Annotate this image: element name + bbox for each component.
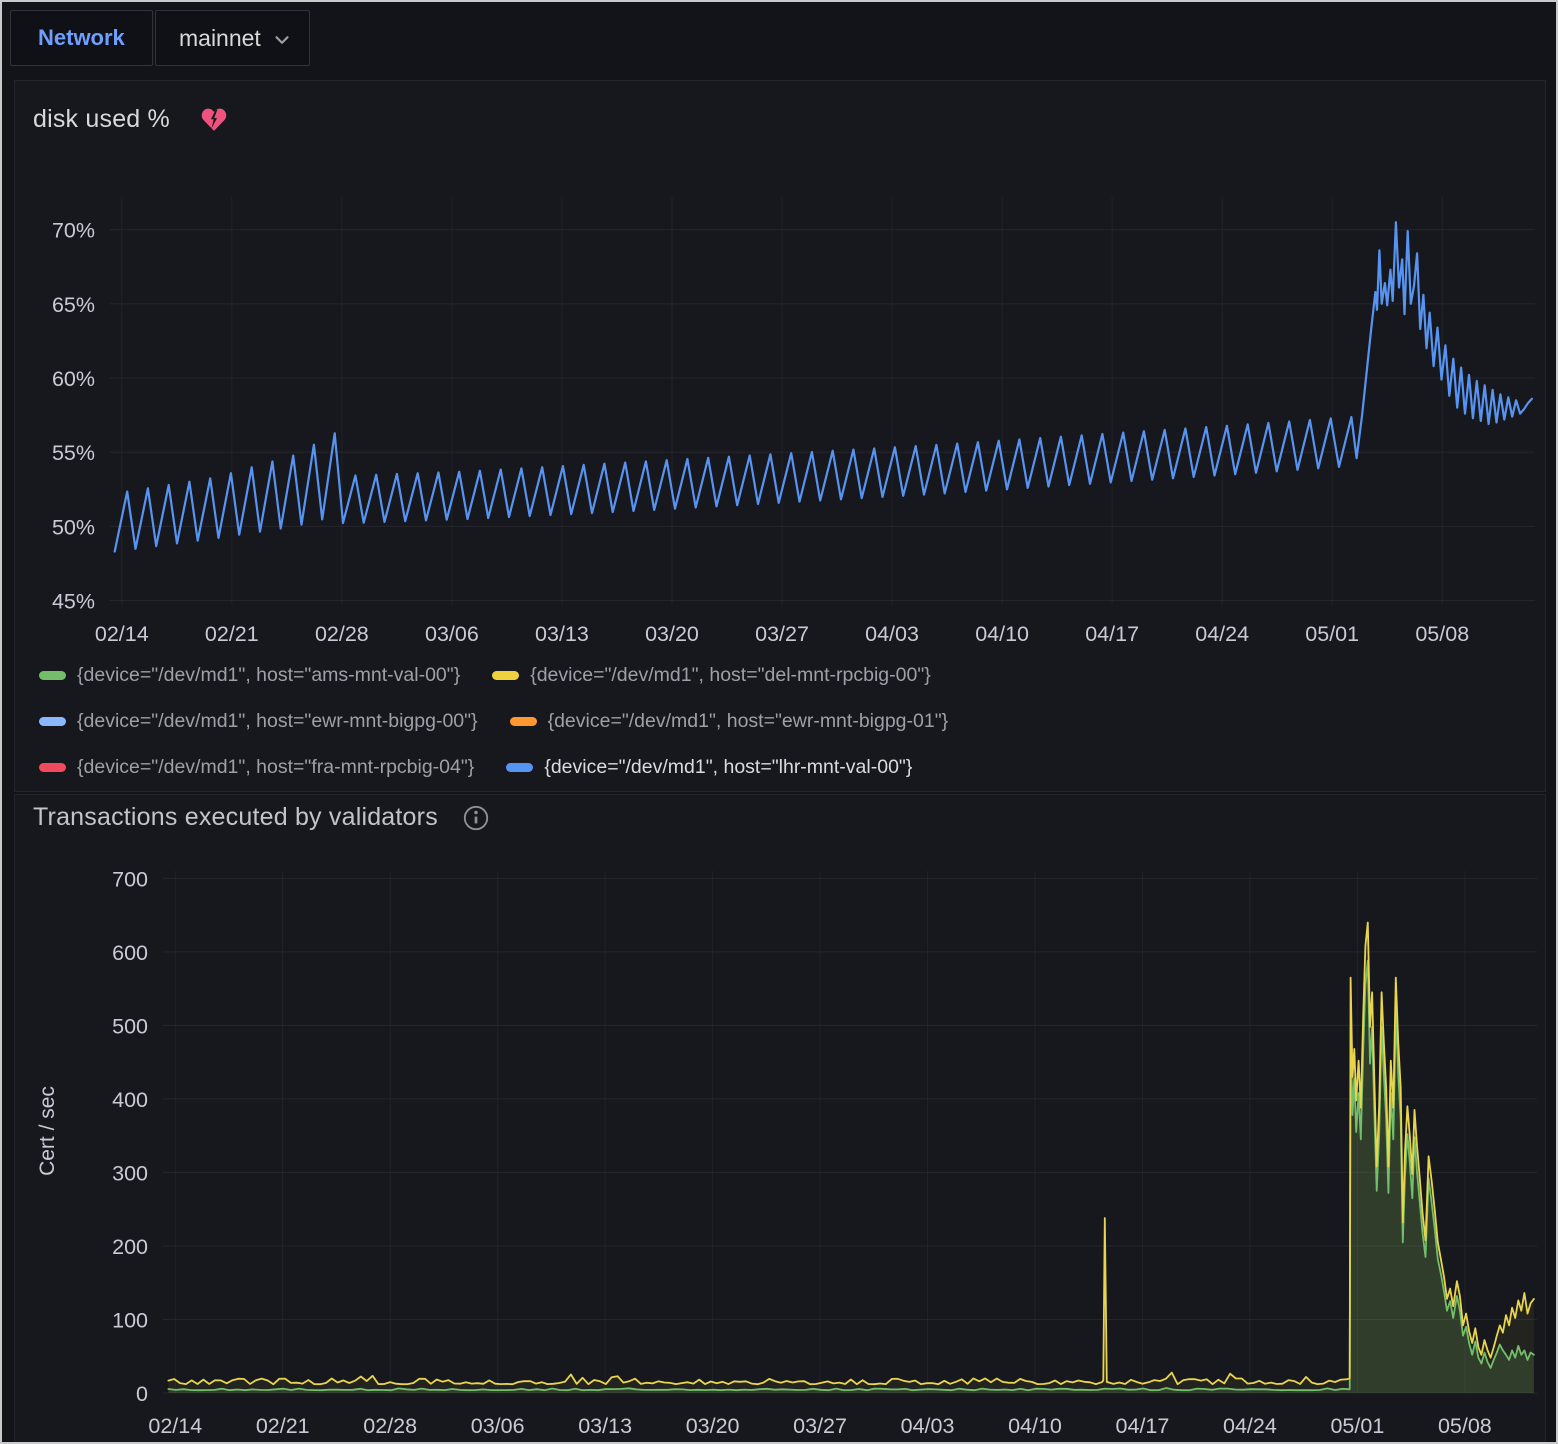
svg-text:200: 200 bbox=[112, 1235, 148, 1259]
svg-text:04/10: 04/10 bbox=[1008, 1414, 1062, 1438]
variable-bar: Network mainnet bbox=[2, 2, 1556, 76]
series-color-swatch bbox=[39, 717, 66, 726]
variable-label-text: Network bbox=[38, 25, 125, 51]
svg-text:05/08: 05/08 bbox=[1415, 622, 1469, 646]
svg-text:04/17: 04/17 bbox=[1085, 622, 1139, 646]
legend-item[interactable]: {device="/dev/md1", host="del-mnt-rpcbig… bbox=[492, 652, 931, 698]
legend-item-label: {device="/dev/md1", host="fra-mnt-rpcbig… bbox=[77, 756, 474, 779]
transactions-panel: Transactions executed by validators 0 100… bbox=[14, 794, 1546, 1444]
svg-text:300: 300 bbox=[112, 1161, 148, 1185]
svg-text:02/28: 02/28 bbox=[363, 1414, 417, 1438]
disk-panel-header[interactable]: disk used % bbox=[15, 81, 1545, 134]
svg-text:05/01: 05/01 bbox=[1305, 622, 1359, 646]
heart-break-icon bbox=[200, 107, 228, 133]
grafana-dashboard: Network mainnet disk used % 45% 50% 55% 60%… bbox=[0, 0, 1558, 1444]
svg-text:05/01: 05/01 bbox=[1330, 1414, 1384, 1438]
chevron-down-icon bbox=[271, 29, 293, 51]
svg-text:04/24: 04/24 bbox=[1223, 1414, 1277, 1438]
variable-network-dropdown[interactable]: mainnet bbox=[155, 10, 310, 66]
svg-text:03/06: 03/06 bbox=[471, 1414, 525, 1438]
variable-value-text: mainnet bbox=[179, 25, 261, 52]
info-circle-icon[interactable] bbox=[462, 804, 490, 832]
svg-text:0: 0 bbox=[136, 1382, 148, 1406]
tx-panel-header[interactable]: Transactions executed by validators bbox=[15, 795, 1545, 832]
svg-text:400: 400 bbox=[112, 1088, 148, 1112]
series-color-swatch bbox=[510, 717, 537, 726]
series-color-swatch bbox=[39, 671, 66, 680]
series-color-swatch bbox=[492, 671, 519, 680]
svg-text:600: 600 bbox=[112, 941, 148, 965]
legend-item[interactable]: {device="/dev/md1", host="lhr-mnt-val-00… bbox=[506, 744, 912, 790]
legend-item[interactable]: {device="/dev/md1", host="ewr-mnt-bigpg-… bbox=[39, 698, 478, 744]
svg-text:02/14: 02/14 bbox=[148, 1414, 202, 1438]
svg-text:03/06: 03/06 bbox=[425, 622, 479, 646]
y-axis-label: Cert / sec bbox=[36, 1086, 59, 1176]
svg-text:04/03: 04/03 bbox=[901, 1414, 955, 1438]
svg-text:70%: 70% bbox=[52, 219, 95, 243]
svg-text:02/28: 02/28 bbox=[315, 622, 369, 646]
svg-text:55%: 55% bbox=[52, 441, 95, 465]
disk-chart-legend: {device="/dev/md1", host="ams-mnt-val-00… bbox=[39, 652, 1339, 790]
svg-text:02/21: 02/21 bbox=[205, 622, 259, 646]
svg-text:65%: 65% bbox=[52, 293, 95, 317]
svg-text:100: 100 bbox=[112, 1308, 148, 1332]
svg-text:04/10: 04/10 bbox=[975, 622, 1029, 646]
svg-text:45%: 45% bbox=[52, 590, 95, 614]
svg-text:50%: 50% bbox=[52, 515, 95, 539]
transactions-chart[interactable]: 0 100 200 300 400 500 600 700 02/14 02/21 02/28 03/… bbox=[15, 851, 1547, 1444]
svg-text:04/03: 04/03 bbox=[865, 622, 919, 646]
svg-text:03/27: 03/27 bbox=[793, 1414, 847, 1438]
legend-item-label: {device="/dev/md1", host="ewr-mnt-bigpg-… bbox=[548, 710, 949, 733]
legend-item[interactable]: {device="/dev/md1", host="fra-mnt-rpcbig… bbox=[39, 744, 474, 790]
disk-panel-title: disk used % bbox=[33, 105, 170, 134]
disk-used-panel: disk used % 45% 50% 55% 60% 65% 70% 02/14 02/21… bbox=[14, 80, 1546, 792]
legend-item-label: {device="/dev/md1", host="ewr-mnt-bigpg-… bbox=[77, 710, 478, 733]
svg-text:02/21: 02/21 bbox=[256, 1414, 310, 1438]
svg-text:60%: 60% bbox=[52, 367, 95, 391]
svg-text:05/08: 05/08 bbox=[1438, 1414, 1492, 1438]
tx-panel-title: Transactions executed by validators bbox=[33, 803, 438, 832]
variable-network-label: Network bbox=[10, 10, 153, 66]
legend-item-label: {device="/dev/md1", host="lhr-mnt-val-00… bbox=[544, 756, 912, 779]
legend-item-label: {device="/dev/md1", host="ams-mnt-val-00… bbox=[77, 664, 460, 687]
svg-text:03/20: 03/20 bbox=[645, 622, 699, 646]
svg-text:02/14: 02/14 bbox=[95, 622, 149, 646]
legend-item-label: {device="/dev/md1", host="del-mnt-rpcbig… bbox=[530, 664, 931, 687]
series-color-swatch bbox=[39, 763, 66, 772]
svg-text:03/13: 03/13 bbox=[578, 1414, 632, 1438]
svg-text:700: 700 bbox=[112, 867, 148, 891]
disk-used-chart[interactable]: 45% 50% 55% 60% 65% 70% 02/14 02/21 02/28 03/06 03… bbox=[15, 177, 1547, 651]
legend-item[interactable]: {device="/dev/md1", host="ams-mnt-val-00… bbox=[39, 652, 460, 698]
svg-text:04/24: 04/24 bbox=[1195, 622, 1249, 646]
series-color-swatch bbox=[506, 763, 533, 772]
svg-text:03/13: 03/13 bbox=[535, 622, 589, 646]
svg-text:03/20: 03/20 bbox=[686, 1414, 740, 1438]
svg-text:03/27: 03/27 bbox=[755, 622, 809, 646]
legend-item[interactable]: {device="/dev/md1", host="ewr-mnt-bigpg-… bbox=[510, 698, 949, 744]
svg-text:04/17: 04/17 bbox=[1116, 1414, 1170, 1438]
svg-text:500: 500 bbox=[112, 1014, 148, 1038]
